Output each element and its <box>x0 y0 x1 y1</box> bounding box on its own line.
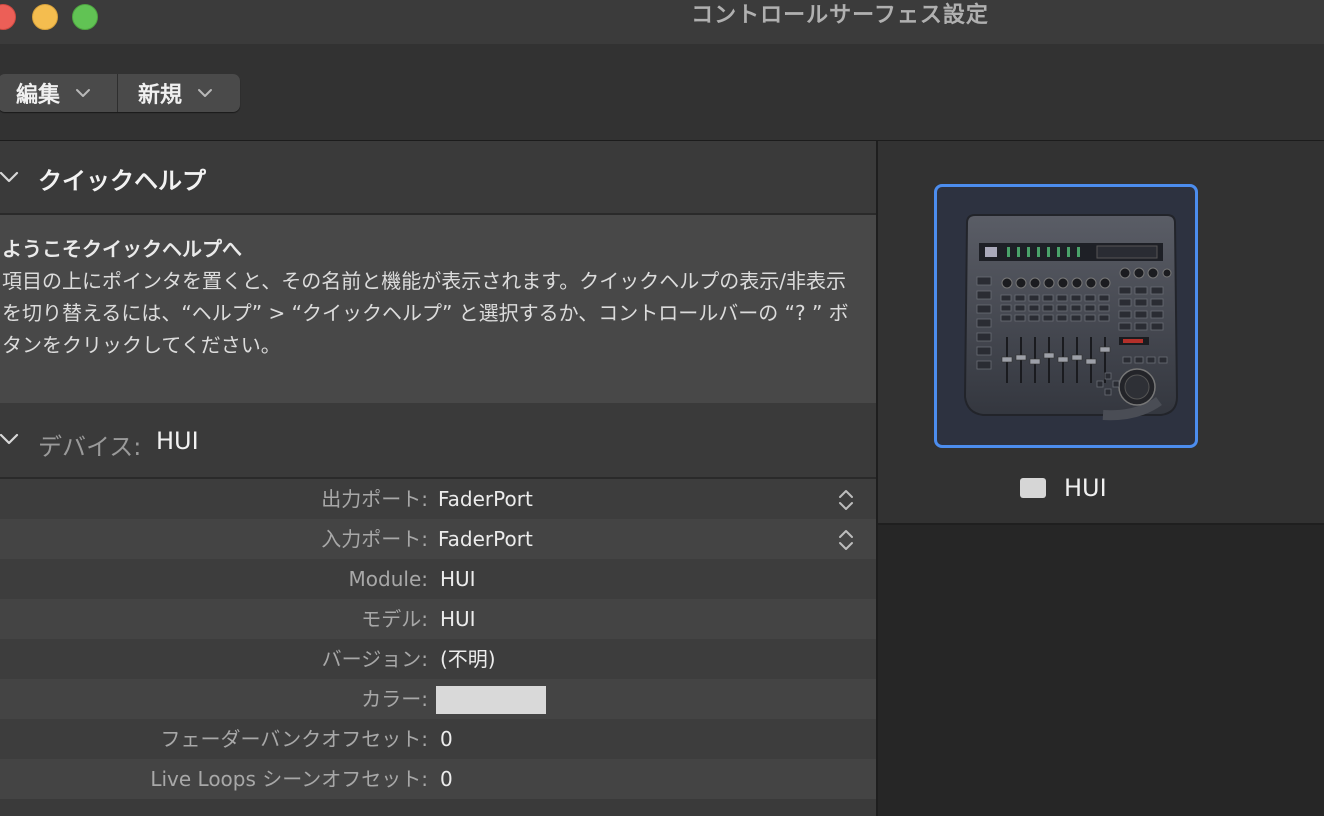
property-row-live-loops-offset: Live Loops シーンオフセット: 0 <box>0 759 876 799</box>
fader-bank-offset-label: フェーダーバンクオフセット: <box>160 727 428 751</box>
chevron-down-icon <box>198 89 213 97</box>
property-row-output-port: 出力ポート: FaderPort <box>0 479 876 519</box>
inspector-panel: クイックヘルプ ようこそクイックヘルプへ 項目の上にポインタを置くと、その名前と… <box>0 141 876 816</box>
toolbar: 編集 新規 <box>0 44 1324 141</box>
chevron-down-icon <box>76 89 91 97</box>
module-label: Module: <box>348 567 428 591</box>
edit-menu-label: 編集 <box>16 83 61 108</box>
property-row-module: Module: HUI <box>0 559 876 599</box>
model-label: モデル: <box>361 607 428 631</box>
popup-stepper-icon[interactable] <box>836 487 856 513</box>
device-properties: 出力ポート: FaderPort 入力ポート: FaderPort Module… <box>0 479 876 799</box>
model-value: HUI <box>440 607 476 631</box>
quick-help-text: 項目の上にポインタを置くと、その名前と機能が表示されます。クイックヘルプの表示/… <box>2 269 849 357</box>
color-label: カラー: <box>361 687 428 711</box>
device-name: HUI <box>156 427 199 455</box>
control-surface-icon <box>963 214 1179 421</box>
device-caption-label: HUI <box>1064 474 1107 502</box>
surface-area: HUI <box>878 141 1324 525</box>
quick-help-welcome: ようこそクイックヘルプへ <box>2 237 242 261</box>
version-label: バージョン: <box>321 647 428 671</box>
disclosure-chevron-icon[interactable] <box>0 165 20 187</box>
hui-device-tile[interactable] <box>934 184 1198 448</box>
property-row-input-port: 入力ポート: FaderPort <box>0 519 876 559</box>
device-color-swatch <box>1020 478 1046 498</box>
module-value: HUI <box>440 567 476 591</box>
quick-help-header[interactable]: クイックヘルプ <box>0 141 876 215</box>
color-swatch[interactable] <box>436 686 546 714</box>
output-port-label: 出力ポート: <box>321 487 428 511</box>
disclosure-chevron-icon[interactable] <box>0 427 20 449</box>
fader-bank-offset-field[interactable]: 0 <box>440 719 453 759</box>
zoom-window-button[interactable] <box>72 4 98 30</box>
device-section-header[interactable]: デバイス: HUI <box>0 403 876 479</box>
minimize-window-button[interactable] <box>32 4 58 30</box>
new-menu-button[interactable]: 新規 <box>118 74 240 112</box>
new-menu-label: 新規 <box>138 83 183 108</box>
live-loops-offset-label: Live Loops シーンオフセット: <box>150 767 428 791</box>
toolbar-menu-group: 編集 新規 <box>0 74 240 112</box>
live-loops-offset-field[interactable]: 0 <box>440 759 453 799</box>
quick-help-title: クイックヘルプ <box>38 167 206 195</box>
output-port-popup[interactable]: FaderPort <box>438 479 533 519</box>
input-port-popup[interactable]: FaderPort <box>438 519 533 559</box>
version-value: (不明) <box>440 647 496 671</box>
window-title: コントロールサーフェス設定 <box>691 3 989 28</box>
close-window-button[interactable] <box>0 4 16 30</box>
surface-panel: HUI <box>878 141 1324 816</box>
property-row-color: カラー: <box>0 679 876 719</box>
popup-stepper-icon[interactable] <box>836 527 856 553</box>
device-section-label: デバイス: <box>38 433 142 461</box>
property-row-model: モデル: HUI <box>0 599 876 639</box>
device-caption[interactable]: HUI <box>1020 473 1107 503</box>
title-bar: コントロールサーフェス設定 <box>0 0 1324 44</box>
input-port-label: 入力ポート: <box>321 527 428 551</box>
edit-menu-button[interactable]: 編集 <box>0 74 118 112</box>
property-row-fader-bank-offset: フェーダーバンクオフセット: 0 <box>0 719 876 759</box>
quick-help-body: ようこそクイックヘルプへ 項目の上にポインタを置くと、その名前と機能が表示されま… <box>0 215 876 403</box>
property-row-version: バージョン: (不明) <box>0 639 876 679</box>
